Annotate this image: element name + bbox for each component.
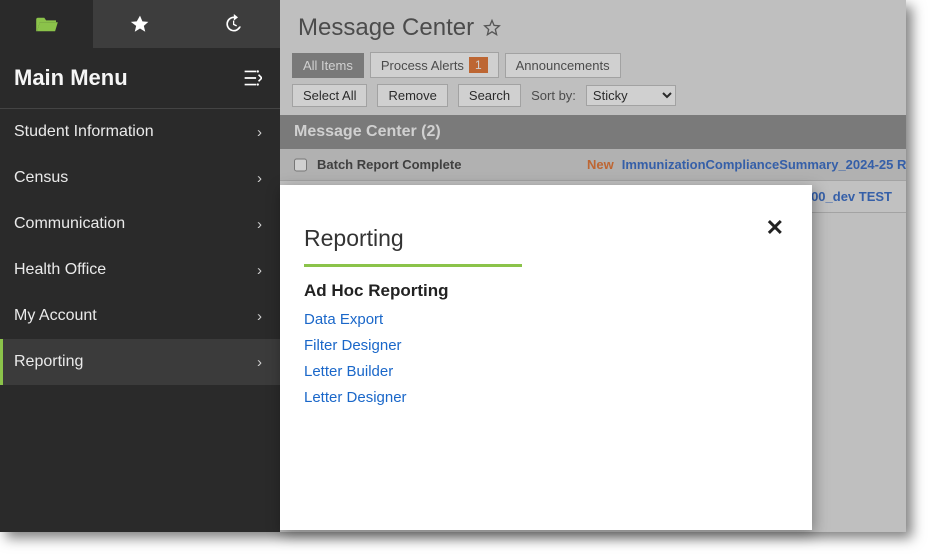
sidebar-item-health-office[interactable]: Health Office › bbox=[0, 247, 280, 293]
remove-button[interactable]: Remove bbox=[377, 84, 447, 107]
sidebar-header: Main Menu bbox=[0, 48, 280, 109]
sidebar-title: Main Menu bbox=[14, 65, 242, 91]
history-tab[interactable] bbox=[187, 0, 280, 48]
chevron-right-icon: › bbox=[257, 308, 262, 325]
sidebar-item-my-account[interactable]: My Account › bbox=[0, 293, 280, 339]
sidebar-tabs bbox=[0, 0, 280, 48]
history-icon bbox=[223, 14, 243, 34]
tab-label: Process Alerts bbox=[381, 58, 464, 73]
sidebar-item-label: Communication bbox=[14, 215, 257, 233]
link-letter-builder[interactable]: Letter Builder bbox=[304, 363, 786, 380]
link-filter-designer[interactable]: Filter Designer bbox=[304, 337, 786, 354]
chevron-right-icon: › bbox=[257, 262, 262, 279]
page-title: Message Center bbox=[298, 14, 474, 42]
panel-heading: Message Center (2) bbox=[280, 115, 906, 149]
tab-all-items[interactable]: All Items bbox=[292, 53, 364, 78]
chevron-right-icon: › bbox=[257, 354, 262, 371]
link-data-export[interactable]: Data Export bbox=[304, 311, 786, 328]
row-link[interactable]: ImmunizationComplianceSummary_2024-25 Ro… bbox=[622, 157, 906, 172]
tab-label: Announcements bbox=[516, 58, 610, 73]
reporting-popover: ✕ Reporting Ad Hoc Reporting Data Export… bbox=[280, 185, 812, 530]
chevron-right-icon: › bbox=[257, 170, 262, 187]
row-title: Batch Report Complete bbox=[317, 157, 587, 172]
folder-tab[interactable] bbox=[0, 0, 93, 48]
actions-row: Select All Remove Search Sort by: Sticky bbox=[280, 84, 906, 115]
sidebar-item-label: Student Information bbox=[14, 123, 257, 141]
chevron-right-icon: › bbox=[257, 124, 262, 141]
link-letter-designer[interactable]: Letter Designer bbox=[304, 389, 786, 406]
folder-open-icon bbox=[36, 15, 58, 33]
sidebar-item-student-information[interactable]: Student Information › bbox=[0, 109, 280, 155]
sidebar-item-label: Health Office bbox=[14, 261, 257, 279]
tab-announcements[interactable]: Announcements bbox=[505, 53, 621, 78]
alert-count-badge: 1 bbox=[469, 57, 488, 73]
star-outline-icon[interactable] bbox=[482, 18, 502, 38]
star-icon bbox=[130, 14, 150, 34]
sidebar-item-communication[interactable]: Communication › bbox=[0, 201, 280, 247]
tab-label: All Items bbox=[303, 58, 353, 73]
tree-collapse-icon[interactable] bbox=[242, 69, 262, 87]
tab-process-alerts[interactable]: Process Alerts 1 bbox=[370, 52, 499, 78]
favorites-tab[interactable] bbox=[93, 0, 186, 48]
chevron-right-icon: › bbox=[257, 216, 262, 233]
sidebar: Main Menu Student Information › Census ›… bbox=[0, 0, 280, 532]
sidebar-item-label: My Account bbox=[14, 307, 257, 325]
new-tag: New bbox=[587, 157, 614, 172]
popover-title: Reporting bbox=[304, 225, 522, 267]
sidebar-item-label: Census bbox=[14, 169, 257, 187]
sidebar-item-label: Reporting bbox=[14, 353, 257, 371]
row-checkbox[interactable] bbox=[294, 158, 307, 172]
popover-section-heading: Ad Hoc Reporting bbox=[304, 281, 786, 301]
sort-select[interactable]: Sticky bbox=[586, 85, 676, 106]
select-all-button[interactable]: Select All bbox=[292, 84, 367, 107]
sort-label: Sort by: bbox=[531, 88, 576, 103]
close-icon[interactable]: ✕ bbox=[766, 215, 784, 241]
sidebar-item-census[interactable]: Census › bbox=[0, 155, 280, 201]
search-button[interactable]: Search bbox=[458, 84, 521, 107]
tabs-row: All Items Process Alerts 1 Announcements bbox=[280, 52, 906, 84]
title-row: Message Center bbox=[280, 0, 906, 52]
message-row[interactable]: Batch Report Complete New ImmunizationCo… bbox=[280, 149, 906, 181]
sidebar-item-reporting[interactable]: Reporting › bbox=[0, 339, 280, 385]
